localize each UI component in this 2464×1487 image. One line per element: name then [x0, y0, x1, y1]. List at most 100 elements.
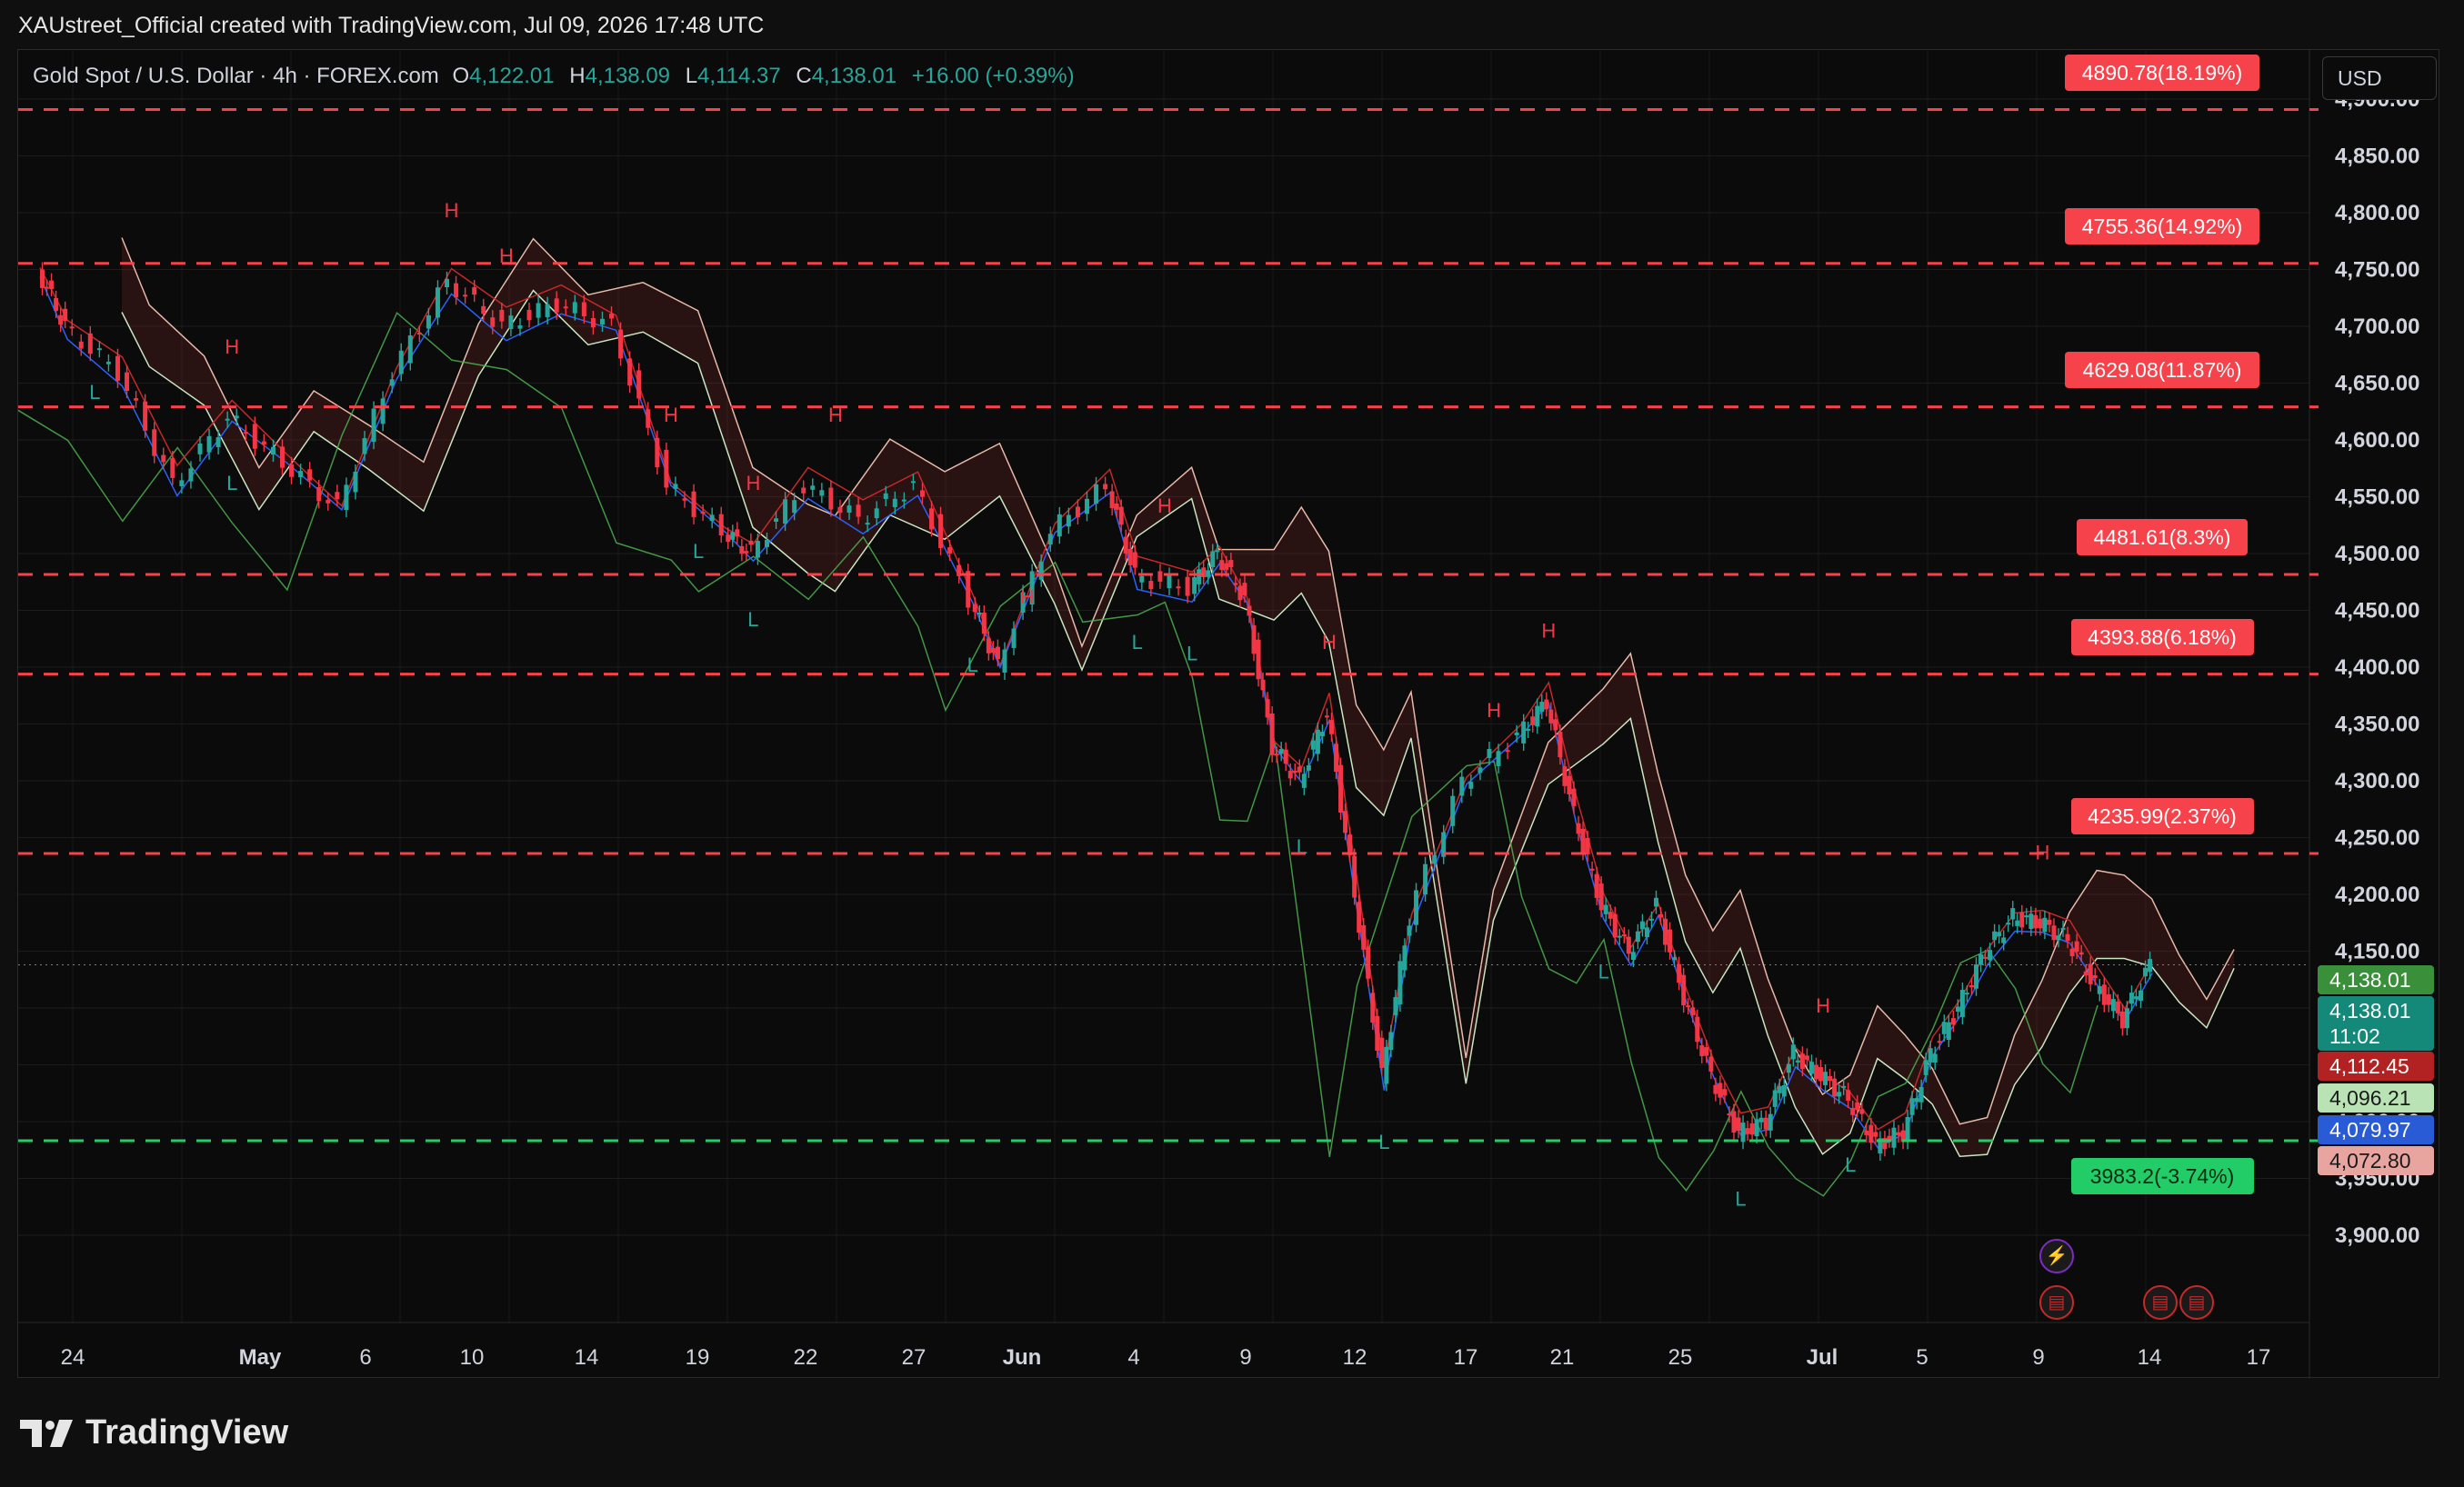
candle-body — [1914, 1098, 1919, 1103]
candle-body — [2092, 974, 2098, 979]
cloud-span-a — [121, 237, 2235, 1125]
candle-body — [1167, 574, 1172, 589]
footer-brand-text: TradingView — [85, 1413, 289, 1452]
time-tick-label: 5 — [1916, 1345, 1928, 1370]
candle-body — [1548, 709, 1554, 724]
symbol-legend: Gold Spot / U.S. Dollar · 4h · FOREX.com… — [33, 64, 1084, 89]
swing-marker-h: H — [746, 472, 760, 494]
candle-body — [1828, 1075, 1833, 1082]
candle-body — [1287, 771, 1293, 779]
candle-body — [1855, 1102, 1860, 1111]
candle-body — [508, 315, 514, 329]
candle-body — [1891, 1127, 1897, 1148]
candle-body — [1357, 902, 1362, 933]
event-icon-us-flag[interactable]: ▤ — [2179, 1285, 2214, 1320]
candle-body — [646, 409, 651, 428]
candle-body — [316, 486, 322, 502]
candle-body — [2001, 937, 2007, 943]
target-label-6: 3983.2(-3.74%) — [2070, 1158, 2254, 1194]
candle-body — [1265, 699, 1270, 718]
candle-body — [45, 286, 50, 289]
candle-body — [1955, 1006, 1960, 1012]
swing-marker-l: L — [1187, 643, 1197, 665]
candle-body — [1562, 766, 1568, 786]
footer-brand[interactable]: TradingView — [20, 1413, 288, 1452]
price-tag-1: 4,138.01 11:02 — [2318, 996, 2434, 1051]
candle-body — [490, 317, 496, 327]
candle-body — [1450, 795, 1456, 826]
candle-body — [307, 469, 313, 481]
price-tick-label: 4,300.00 — [2335, 769, 2419, 793]
event-icon-us-flag[interactable]: ▤ — [2143, 1285, 2178, 1320]
candle-body — [1997, 932, 2002, 937]
event-icon-us-flag[interactable]: ▤ — [2039, 1285, 2074, 1320]
low-value: 4,114.37 — [697, 64, 781, 88]
candle-body — [783, 499, 788, 524]
candle-body — [730, 532, 736, 540]
candle-body — [1781, 1084, 1787, 1097]
candle-body — [572, 302, 577, 314]
candle-body — [846, 505, 852, 513]
candle-body — [380, 398, 386, 424]
candle-body — [1301, 773, 1307, 788]
ichimoku-cloud — [122, 237, 2235, 1157]
candle-body — [2138, 990, 2144, 1002]
candle-body — [1763, 1117, 1768, 1130]
candle-body — [874, 508, 879, 519]
candle-body — [1598, 883, 1604, 911]
candle-body — [1197, 569, 1202, 584]
candle-body — [1407, 925, 1412, 936]
candle-body — [2051, 925, 2057, 941]
candle-body — [1973, 964, 1978, 989]
candle-body — [1379, 1037, 1385, 1068]
candle-body — [744, 551, 749, 554]
candle-body — [225, 418, 230, 421]
candle-body — [581, 302, 586, 317]
candle-body — [234, 415, 239, 419]
candle-body — [1585, 837, 1590, 855]
candle-body — [1487, 749, 1492, 758]
candle-body — [1397, 961, 1403, 1005]
candle-body — [454, 283, 459, 298]
price-tick-label: 4,250.00 — [2335, 826, 2419, 851]
candle-body — [2056, 935, 2061, 941]
candle-body — [755, 541, 760, 558]
candle-body — [289, 464, 295, 477]
currency-button[interactable]: USD — [2322, 56, 2437, 100]
candle-body — [115, 355, 120, 381]
time-tick-label: 24 — [61, 1345, 85, 1370]
candle-body — [1047, 534, 1053, 545]
candle-body — [1256, 639, 1261, 680]
candle-body — [1002, 649, 1007, 673]
price-tag-5: 4,072.80 — [2318, 1146, 2434, 1175]
candle-body — [1968, 984, 1974, 988]
candle-body — [1315, 729, 1320, 754]
candle-body — [810, 485, 816, 490]
candle-body — [188, 468, 194, 482]
candle-body — [1539, 702, 1545, 713]
close-value: 4,138.01 — [811, 64, 897, 88]
candle-body — [1544, 699, 1549, 710]
candle-body — [1850, 1107, 1856, 1115]
candle-body — [481, 305, 486, 314]
candle-body — [1496, 751, 1501, 766]
candle-body — [2028, 913, 2034, 929]
swing-marker-l: L — [693, 540, 704, 563]
price-tick-label: 4,750.00 — [2335, 258, 2419, 283]
candle-body — [1352, 855, 1357, 898]
candle-body — [280, 446, 285, 468]
candle-body — [1361, 924, 1367, 950]
event-icon-lightning[interactable]: ⚡ — [2039, 1239, 2074, 1273]
price-tick-label: 4,450.00 — [2335, 599, 2419, 624]
base-line — [39, 267, 2153, 1131]
candle-body — [1210, 551, 1216, 567]
candle-body — [536, 303, 541, 318]
candle-body — [664, 449, 669, 488]
candle-body — [1580, 828, 1586, 853]
candle-body — [1103, 484, 1108, 490]
candle-body — [1608, 912, 1613, 919]
candle-body — [1841, 1085, 1847, 1088]
candle-body — [990, 648, 996, 654]
candle-body — [801, 487, 806, 494]
candle-body — [1909, 1098, 1915, 1115]
